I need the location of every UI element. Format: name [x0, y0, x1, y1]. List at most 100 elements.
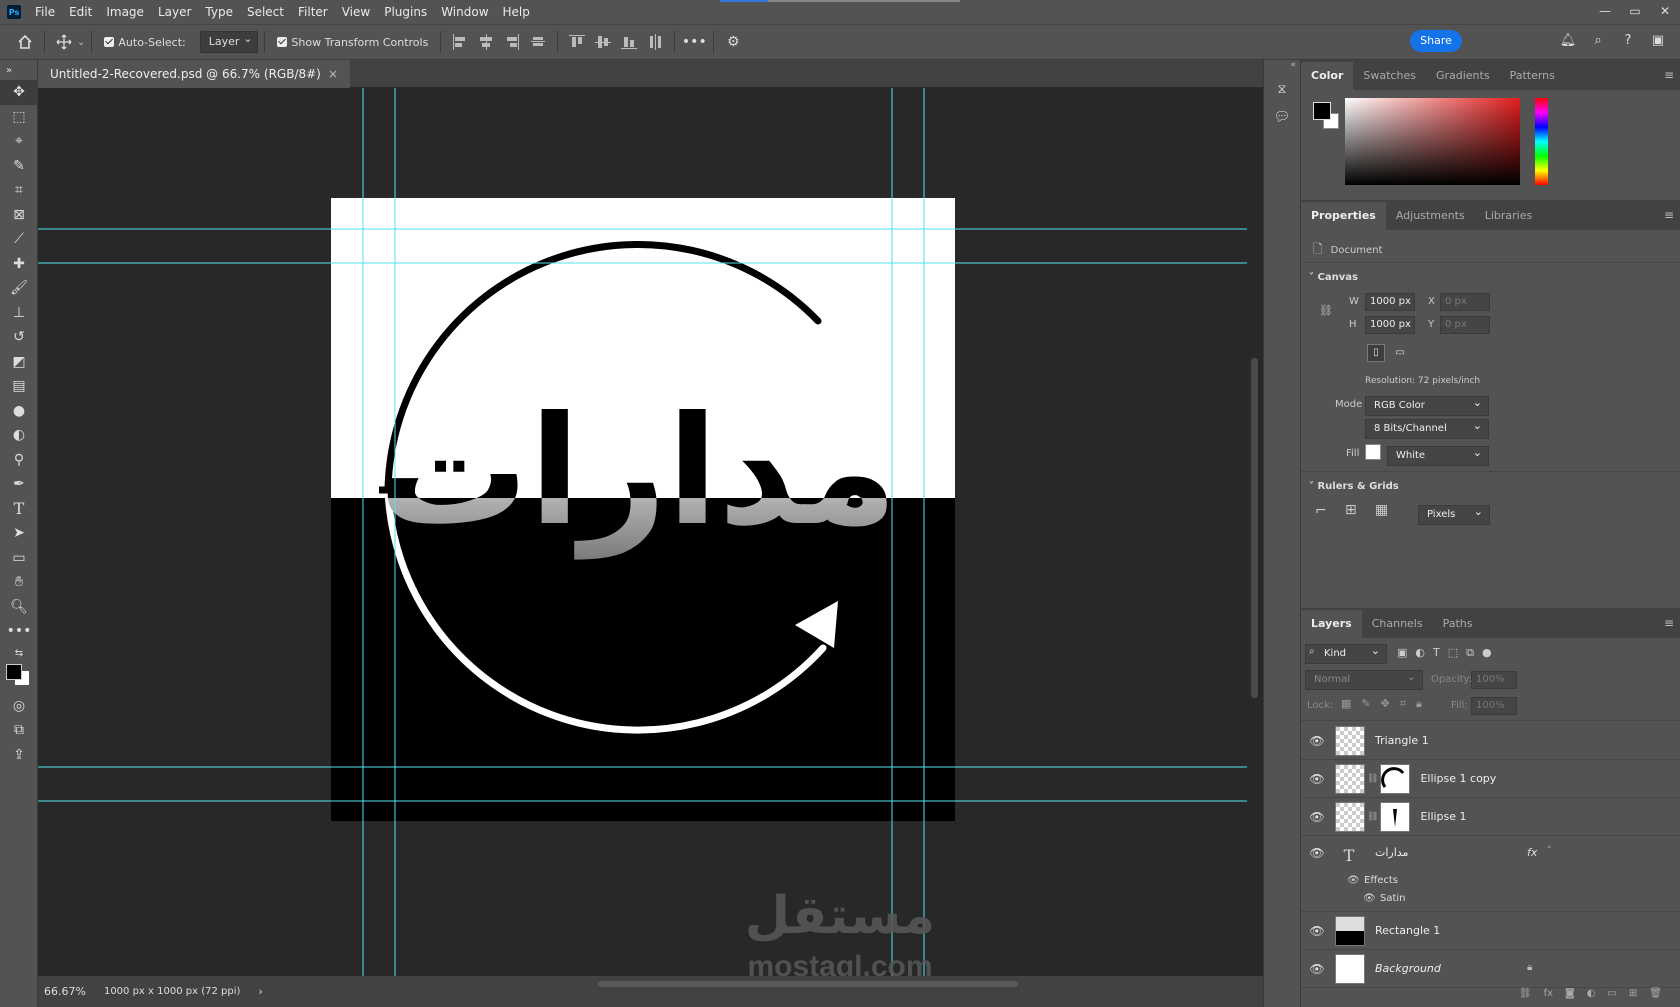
- tool-preset-chevron-icon[interactable]: ⌄: [77, 37, 85, 48]
- share-button[interactable]: Share: [1410, 30, 1462, 52]
- rectangle-tool-icon[interactable]: ▭: [0, 546, 38, 571]
- close-window-button[interactable]: ✕: [1650, 0, 1680, 24]
- notification-bell-icon[interactable]: 🔔︎: [1556, 29, 1580, 53]
- align-center-icon[interactable]: [475, 31, 497, 53]
- layer-row-text[interactable]: 👁︎ T مدارات fx ˄ 👁︎ Effects 👁︎ Satin: [1301, 836, 1680, 912]
- crop-tool-icon[interactable]: ⌗: [0, 178, 38, 203]
- help-icon[interactable]: ?: [1616, 29, 1640, 53]
- panel-menu-icon[interactable]: ≡: [1664, 68, 1674, 82]
- vertical-scrollbar[interactable]: [1247, 88, 1263, 976]
- menu-window[interactable]: Window: [434, 0, 495, 24]
- filter-type-icon[interactable]: T: [1433, 646, 1440, 660]
- checkbox-checked-icon[interactable]: [104, 37, 115, 47]
- landscape-orientation-icon[interactable]: ▭: [1391, 344, 1409, 362]
- document-tab[interactable]: Untitled-2-Recovered.psd @ 66.7% (RGB/8#…: [38, 60, 350, 88]
- dodge-tool-icon[interactable]: ◐: [0, 423, 38, 448]
- panel-menu-icon[interactable]: ≡: [1664, 616, 1674, 630]
- fg-color-chip[interactable]: [1313, 102, 1331, 120]
- healing-brush-tool-icon[interactable]: ✚: [0, 252, 38, 277]
- artboard[interactable]: مدارات مدارات مستقل mostaql.com: [38, 88, 1263, 993]
- zoom-lens-tool-icon[interactable]: ⚲: [0, 448, 38, 473]
- status-arrow-icon[interactable]: ›: [258, 985, 262, 998]
- satin-effect-label[interactable]: Satin: [1380, 893, 1406, 904]
- opacity-input[interactable]: 100%: [1471, 671, 1517, 689]
- lock-all-icon[interactable]: 🔒︎: [1416, 697, 1422, 711]
- layer-row-ellipse-1[interactable]: 👁︎ ⛓︎ Ellipse 1: [1301, 798, 1680, 836]
- layer-lock-icon[interactable]: 🔒︎: [1527, 962, 1532, 973]
- move-tool-icon[interactable]: [51, 29, 77, 55]
- tab-channels[interactable]: Channels: [1362, 610, 1433, 638]
- more-options-icon[interactable]: •••: [681, 29, 707, 55]
- fill-input[interactable]: 100%: [1471, 697, 1517, 715]
- scroll-thumb[interactable]: [1251, 358, 1258, 698]
- edit-toolbar-icon[interactable]: •••: [0, 619, 38, 644]
- history-brush-tool-icon[interactable]: ↺: [0, 325, 38, 350]
- portrait-orientation-icon[interactable]: ▯: [1367, 344, 1385, 362]
- lock-paint-icon[interactable]: ✎: [1361, 697, 1370, 711]
- color-field[interactable]: [1345, 98, 1520, 185]
- fill-color-chip[interactable]: [1365, 444, 1381, 460]
- new-layer-icon[interactable]: ⊞: [1629, 988, 1637, 1007]
- close-tab-icon[interactable]: ×: [328, 60, 338, 88]
- layer-mask-thumbnail[interactable]: [1380, 801, 1411, 832]
- menu-image[interactable]: Image: [99, 0, 151, 24]
- search-icon[interactable]: ⌕: [1586, 29, 1610, 53]
- layer-name[interactable]: Rectangle 1: [1375, 924, 1440, 937]
- history-panel-icon[interactable]: ⧖: [1264, 76, 1300, 104]
- auto-select-checkbox[interactable]: Auto-Select:: [104, 36, 186, 49]
- minimize-button[interactable]: —: [1590, 0, 1620, 24]
- tab-properties[interactable]: Properties: [1301, 202, 1386, 230]
- marquee-tool-icon[interactable]: ⬚: [0, 105, 38, 130]
- object-selection-tool-icon[interactable]: ⌖: [0, 129, 38, 154]
- workspace-icon[interactable]: ▣: [1646, 29, 1670, 53]
- layer-name[interactable]: Background: [1375, 962, 1441, 975]
- bit-depth-dropdown[interactable]: 8 Bits/Channel: [1365, 417, 1489, 439]
- path-selection-tool-icon[interactable]: ➤: [0, 521, 38, 546]
- visibility-eye-icon[interactable]: 👁︎: [1301, 772, 1333, 786]
- share-for-review-icon[interactable]: ⇪: [0, 743, 38, 768]
- rulers-section-header[interactable]: ˅ Rulers & Grids: [1309, 481, 1399, 492]
- align-left-icon[interactable]: [449, 31, 471, 53]
- layer-row-triangle-1[interactable]: 👁︎ Triangle 1: [1301, 722, 1680, 760]
- satin-eye-icon[interactable]: 👁︎: [1363, 893, 1376, 904]
- brush-tool-icon[interactable]: 🖌︎: [0, 276, 38, 301]
- foreground-color-swatch[interactable]: [6, 663, 22, 680]
- tab-paths[interactable]: Paths: [1433, 610, 1483, 638]
- filter-toggle-icon[interactable]: ●: [1482, 646, 1492, 660]
- filter-pixel-icon[interactable]: ▣: [1397, 646, 1407, 660]
- mode-dropdown[interactable]: RGB Color: [1365, 394, 1489, 416]
- add-mask-icon[interactable]: ◙: [1565, 988, 1575, 1007]
- canvas-section-header[interactable]: ˅ Canvas: [1309, 272, 1358, 283]
- layer-row-rectangle-1[interactable]: 👁︎ Rectangle 1: [1301, 912, 1680, 950]
- menu-file[interactable]: File: [28, 0, 62, 24]
- y-input[interactable]: 0 px: [1440, 316, 1490, 334]
- align-middle-icon[interactable]: [592, 31, 614, 53]
- type-tool-icon[interactable]: T: [0, 497, 38, 522]
- eraser-tool-icon[interactable]: ◩: [0, 350, 38, 375]
- hue-slider[interactable]: [1535, 98, 1548, 185]
- width-input[interactable]: 1000 px: [1365, 293, 1415, 311]
- zoom-level[interactable]: 66.67%: [44, 985, 86, 998]
- layer-name[interactable]: مدارات: [1375, 846, 1408, 859]
- layer-name[interactable]: Triangle 1: [1375, 734, 1429, 747]
- move-tool-icon[interactable]: ✥: [0, 80, 38, 105]
- visibility-eye-icon[interactable]: 👁︎: [1301, 846, 1333, 860]
- layer-name[interactable]: Ellipse 1: [1420, 810, 1466, 823]
- home-icon[interactable]: [12, 29, 38, 55]
- comments-panel-icon[interactable]: 💬︎: [1264, 104, 1300, 132]
- eyedropper-tool-icon[interactable]: ⟋: [0, 227, 38, 252]
- blur-tool-icon[interactable]: ●: [0, 399, 38, 424]
- visibility-eye-icon[interactable]: 👁︎: [1301, 924, 1333, 938]
- clone-stamp-tool-icon[interactable]: ⊥: [0, 301, 38, 326]
- tab-patterns[interactable]: Patterns: [1500, 62, 1565, 90]
- restore-button[interactable]: ▭: [1620, 0, 1650, 24]
- menu-help[interactable]: Help: [496, 0, 537, 24]
- tab-gradients[interactable]: Gradients: [1426, 62, 1500, 90]
- filter-adjustment-icon[interactable]: ◐: [1415, 646, 1425, 660]
- align-top-icon[interactable]: [566, 31, 588, 53]
- layer-mask-thumbnail[interactable]: [1380, 763, 1411, 794]
- zoom-tool-icon[interactable]: 🔍︎: [0, 595, 38, 620]
- x-input[interactable]: 0 px: [1440, 293, 1490, 311]
- effects-eye-icon[interactable]: 👁︎: [1347, 875, 1360, 886]
- layer-name[interactable]: Ellipse 1 copy: [1420, 772, 1496, 785]
